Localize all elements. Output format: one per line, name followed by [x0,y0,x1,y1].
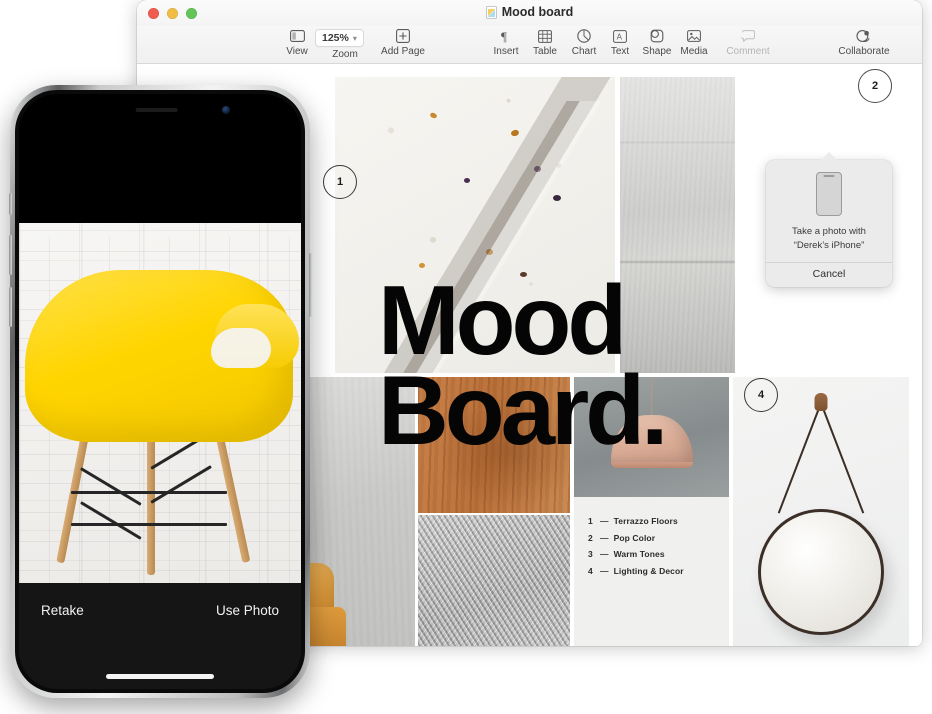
earpiece-speaker-icon [135,108,178,112]
toolbar-add-page-label: Add Page [381,46,425,57]
chair-wire-brace [71,523,227,526]
legend-item: 2 — Pop Color [588,530,684,547]
legend-label: Warm Tones [613,549,665,560]
popover-message-line2: “Derek’s iPhone” [793,239,865,251]
silent-switch[interactable] [8,193,12,215]
sidebar-icon [289,27,305,45]
text-box-icon: A [613,27,627,45]
zoom-value: 125% [322,32,349,44]
shape-icon [650,27,664,45]
concrete-wall-photo[interactable] [620,77,735,373]
legend-item: 1 — Terrazzo Floors [588,513,684,530]
toolbar: View 125% ▾ Zoom Add Page ¶ Insert Table… [137,26,922,64]
legend-dash: — [600,565,609,576]
mirror-hook [814,393,828,411]
legend-label: Lighting & Decor [613,565,684,576]
chair-leg [147,435,155,575]
camera-preview-action-bar: Retake Use Photo [19,583,301,689]
iphone-top-hardware [19,94,301,128]
toolbar-add-page-button[interactable]: Add Page [373,27,433,57]
screenshot-root: Mood board View 125% ▾ Zoom Add Page ¶ I… [0,0,932,714]
svg-text:¶: ¶ [501,29,507,43]
popover-body: Take a photo with “Derek’s iPhone” [766,160,892,262]
mirror-glass [758,509,884,635]
mirror-strap-left [820,402,865,514]
front-camera-icon [222,106,230,114]
pink-pendant-lamp-photo [574,377,729,497]
window-title: Mood board [137,5,922,19]
plus-box-icon [396,27,410,45]
callout-1: 1 [323,165,357,199]
comment-bubble-icon [741,27,755,45]
wood-grain-photo[interactable] [418,377,570,513]
legend-number: 4 [588,565,593,576]
pendant-lamp-card[interactable]: 1 — Terrazzo Floors 2 — Pop Color 3 — Wa… [574,377,729,646]
terrazzo-edge [335,100,615,373]
keynote-document-icon [485,5,497,19]
toolbar-media-label: Media [680,46,708,57]
side-power-button[interactable] [308,253,312,317]
zoom-select[interactable]: 125% ▾ [315,29,364,47]
legend-dash: — [600,516,609,526]
legend-label: Pop Color [613,532,656,543]
callout-4: 4 [744,378,778,412]
popover-message-line1: Take a photo with [792,226,866,237]
toolbar-media-button[interactable]: Media [664,27,724,57]
terrazzo-slab-photo[interactable] [335,77,615,373]
pilcrow-icon: ¶ [500,27,512,45]
legend-item: 4 — Lighting & Decor [588,563,684,580]
collaborate-person-icon [856,27,872,45]
yellow-eames-chair-white-brick-photo [19,223,301,591]
retake-button[interactable]: Retake [41,603,84,618]
legend-number: 3 [588,549,593,560]
legend-label: Terrazzo Floors [613,516,678,526]
iphone-device-icon [816,172,842,216]
volume-down-button[interactable] [8,287,12,327]
iphone-screen[interactable]: Retake Use Photo [19,94,301,689]
legend-dash: — [600,532,609,543]
lamp-shade [610,415,693,468]
yellow-chair-shell [25,270,299,442]
popover-arrow [820,152,838,161]
legend-item: 3 — Warm Tones [588,546,684,563]
window-title-text: Mood board [501,5,574,19]
table-grid-icon [538,27,552,45]
legend-number: 1 [588,516,593,526]
mirror-strap-right [777,402,822,514]
use-photo-button[interactable]: Use Photo [216,603,279,618]
window-titlebar: Mood board [137,0,922,26]
toolbar-comment-label: Comment [726,46,770,57]
toolbar-view-label: View [286,46,308,57]
legend-number: 2 [588,532,593,543]
legend-dash: — [600,549,609,560]
toolbar-collaborate-button[interactable]: Collaborate [834,27,894,57]
home-indicator[interactable] [106,674,214,679]
toolbar-comment-button[interactable]: Comment [718,27,778,57]
svg-text:A: A [617,32,623,41]
iphone-device: Retake Use Photo [8,85,312,698]
volume-up-button[interactable] [8,235,12,275]
toolbar-collaborate-label: Collaborate [838,46,890,57]
chair-wire-brace [71,491,227,494]
continuity-camera-popover: Take a photo with “Derek’s iPhone” Cance… [766,152,892,288]
chevron-down-icon: ▾ [352,33,357,43]
iphone-bezel: Retake Use Photo [15,90,305,693]
lamp-cord [650,377,653,417]
toolbar-zoom-label: Zoom [332,49,358,60]
photo-icon [687,27,701,45]
popover-message: Take a photo with “Derek’s iPhone” [774,225,884,253]
grey-fur-texture-photo[interactable] [418,515,570,646]
callout-2: 2 [858,69,892,103]
pie-chart-icon [577,27,591,45]
popover-cancel-button[interactable]: Cancel [766,262,892,287]
mood-legend-list: 1 — Terrazzo Floors 2 — Pop Color 3 — Wa… [588,513,684,579]
round-leather-strap-mirror-photo[interactable] [733,377,909,646]
